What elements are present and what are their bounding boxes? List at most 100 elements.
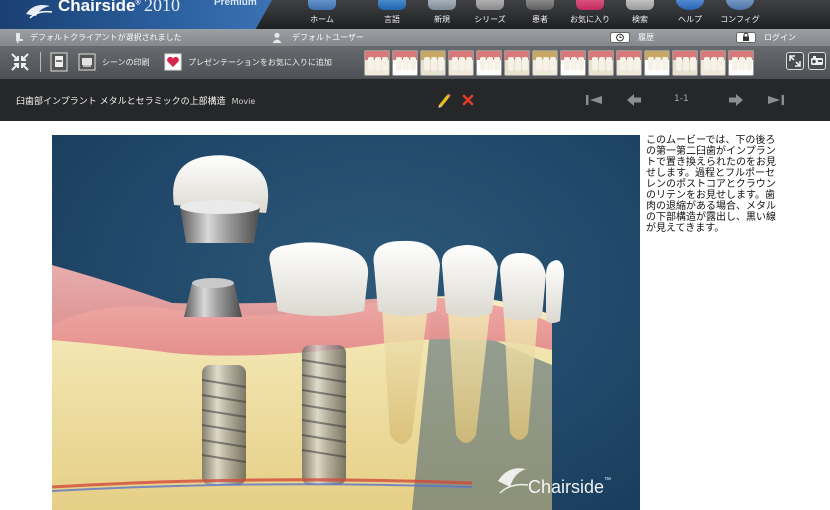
favorite-heart-icon[interactable]: [164, 52, 182, 72]
thumbnail-tooth: [494, 57, 500, 71]
top-header: Chairside® 2010 Premium ホーム 言語 新規 シリーズ 患…: [0, 0, 830, 29]
implant-fixture-1: [201, 365, 247, 485]
scene-thumbnail[interactable]: [448, 50, 474, 76]
fullscreen-collapse-icon[interactable]: [10, 52, 30, 72]
content-area: Chairside™ このムービーでは、下の後ろの第一第二臼歯がインプラントで置…: [0, 121, 830, 510]
document-icon[interactable]: [50, 52, 68, 72]
brand-area: Chairside® 2010 Premium: [0, 0, 272, 29]
nav-config[interactable]: コンフィグ: [714, 0, 766, 29]
thumbnail-tooth: [438, 57, 444, 71]
scene-thumbnail[interactable]: [364, 50, 390, 76]
thumbnail-tooth: [487, 57, 493, 71]
scene-thumbnail[interactable]: [672, 50, 698, 76]
previous-page-icon[interactable]: [624, 91, 644, 109]
thumbnail-tooth: [459, 57, 465, 71]
scene-thumbnail[interactable]: [392, 50, 418, 76]
first-page-icon[interactable]: [584, 91, 604, 109]
thumbnail-tooth: [431, 57, 437, 71]
lock-icon[interactable]: [736, 32, 756, 43]
nav-series[interactable]: シリーズ: [464, 0, 516, 29]
thumbnail-tooth: [620, 57, 626, 71]
dental-implant-illustration: [52, 155, 564, 510]
search-icon: [626, 0, 654, 10]
login-link[interactable]: ログイン: [764, 32, 796, 43]
thumbnail-tooth: [452, 57, 458, 71]
scene-thumbnail[interactable]: [588, 50, 614, 76]
thumbnail-tooth: [599, 57, 605, 71]
toolbar-divider: [40, 52, 41, 72]
scene-thumbnail[interactable]: [420, 50, 446, 76]
new-presentation-icon: [428, 0, 456, 10]
nav-home[interactable]: ホーム: [296, 0, 348, 29]
projector-button[interactable]: [808, 52, 826, 70]
thumbnail-tooth: [571, 57, 577, 71]
floating-crown: [173, 155, 269, 243]
nav-language[interactable]: 言語: [366, 0, 418, 29]
scene-thumbnail[interactable]: [532, 50, 558, 76]
scene-thumbnail[interactable]: [476, 50, 502, 76]
implant-fixture-2: [301, 345, 347, 485]
thumbnail-tooth: [662, 57, 668, 71]
heart-icon: [576, 0, 604, 10]
thumbnail-tooth: [508, 57, 514, 71]
chair-icon: [16, 33, 23, 43]
add-favorite-button[interactable]: プレゼンテーションをお気に入りに追加: [188, 57, 332, 68]
nav-new[interactable]: 新規: [416, 0, 468, 29]
thumbnail-tooth: [683, 57, 689, 71]
user-status[interactable]: デフォルトユーザー: [292, 32, 364, 43]
thumbnail-tooth: [655, 57, 661, 71]
thumbnail-tooth: [424, 57, 430, 71]
last-page-icon[interactable]: [766, 91, 786, 109]
help-icon: [676, 0, 704, 10]
natural-tooth-4: [546, 260, 564, 323]
implant-crown: [269, 242, 369, 316]
printer-icon[interactable]: [78, 52, 96, 72]
nav-patient[interactable]: 患者: [514, 0, 566, 29]
nav-help[interactable]: ヘルプ: [664, 0, 716, 29]
thumbnail-tooth: [466, 57, 472, 71]
next-page-icon[interactable]: [726, 91, 746, 109]
scene-thumbnail[interactable]: [728, 50, 754, 76]
gear-icon: [726, 0, 754, 10]
globe-icon: [378, 0, 406, 10]
thumbnail-tooth: [515, 57, 521, 71]
thumbnail-tooth: [375, 57, 381, 71]
print-scene-button[interactable]: シーンの印刷: [102, 57, 150, 68]
thumbnail-tooth: [704, 57, 710, 71]
edit-pencil-icon[interactable]: [434, 91, 454, 109]
thumbnail-tooth: [410, 57, 416, 71]
delete-x-icon[interactable]: [458, 91, 478, 109]
thumbnail-tooth: [550, 57, 556, 71]
chairside-logo-icon: [26, 5, 53, 19]
chairside-watermark: Chairside™: [528, 477, 612, 497]
nav-search[interactable]: 検索: [614, 0, 666, 29]
thumbnail-tooth: [368, 57, 374, 71]
thumbnail-tooth: [746, 57, 752, 71]
thumbnail-tooth: [536, 57, 542, 71]
app-year: 2010: [144, 0, 180, 15]
thumbnail-tooth: [648, 57, 654, 71]
scene-thumbnail[interactable]: [616, 50, 642, 76]
nav-favorites[interactable]: お気に入り: [564, 0, 616, 29]
toolbar: シーンの印刷 プレゼンテーションをお気に入りに追加: [0, 46, 830, 79]
scene-thumbnail[interactable]: [700, 50, 726, 76]
scene-thumbnail[interactable]: [644, 50, 670, 76]
scene-thumbnail[interactable]: [504, 50, 530, 76]
patient-icon: [526, 0, 554, 10]
thumbnail-tooth: [718, 57, 724, 71]
thumbnail-tooth: [592, 57, 598, 71]
expand-view-button[interactable]: [786, 52, 804, 70]
thumbnail-tooth: [522, 57, 528, 71]
thumbnail-tooth: [634, 57, 640, 71]
movie-player[interactable]: Chairside™: [52, 135, 640, 510]
thumbnail-tooth: [564, 57, 570, 71]
movie-title-bar: 臼歯部インプラント メタルとセラミックの上部構造 Movie 1-1: [0, 79, 830, 121]
status-bar: デフォルトクライアントが選択されました デフォルトユーザー 履歴 ログイン: [0, 29, 830, 46]
history-clock-icon[interactable]: [610, 32, 630, 43]
app-name: Chairside®: [58, 0, 141, 15]
projector-icon: [811, 56, 823, 65]
thumbnail-tooth: [382, 57, 388, 71]
scene-thumbnail[interactable]: [560, 50, 586, 76]
film-reel-icon: [476, 0, 504, 10]
history-link[interactable]: 履歴: [638, 32, 654, 43]
